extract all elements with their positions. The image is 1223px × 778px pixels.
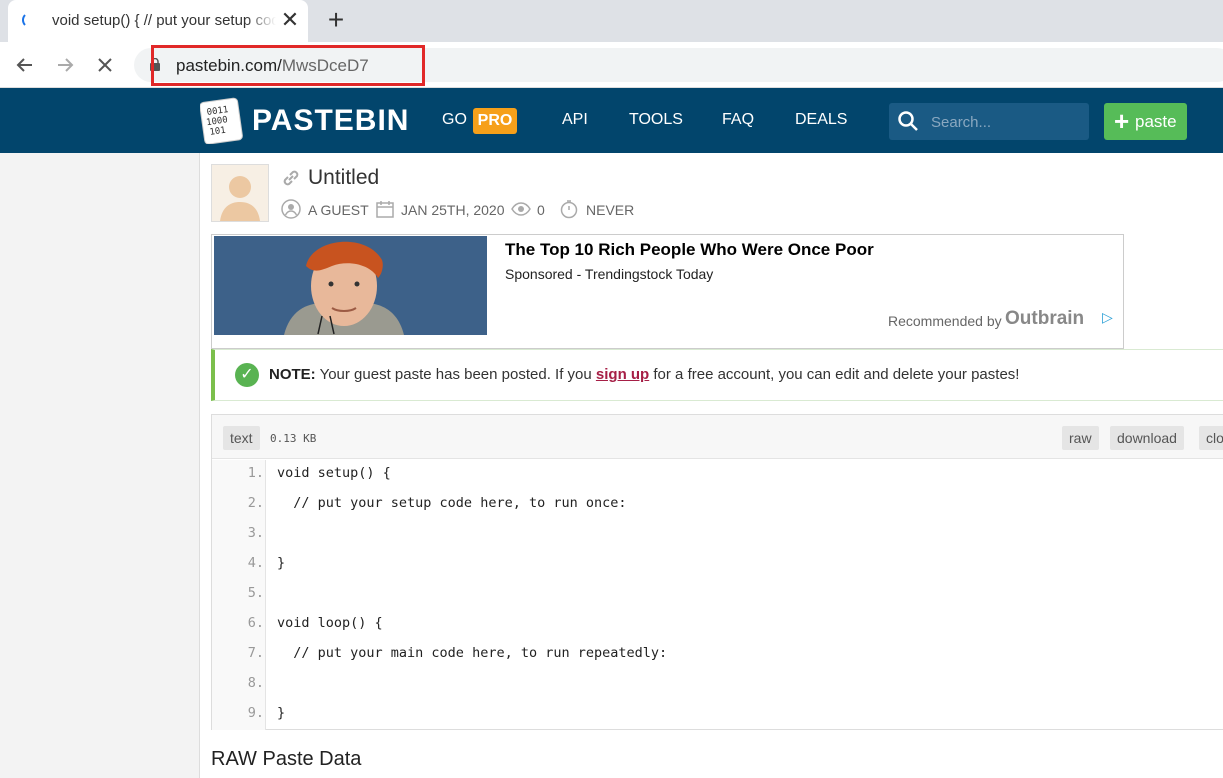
line-number: 8. — [247, 675, 264, 691]
avatar[interactable] — [211, 164, 269, 222]
line-number: 4. — [247, 555, 264, 571]
code-header: text 0.13 KB raw download clone — [212, 415, 1223, 459]
line-number: 7. — [247, 645, 264, 661]
main-content: Untitled A GUEST JAN 25TH, 2020 0 NEVER … — [200, 153, 1223, 778]
eye-icon — [511, 202, 531, 216]
forward-arrow-icon — [58, 58, 74, 72]
guest-paste-note: ✓ NOTE: Your guest paste has been posted… — [211, 349, 1223, 401]
search-box[interactable]: Search... — [889, 103, 1089, 140]
search-icon — [898, 111, 918, 131]
close-tab-icon[interactable]: ✕ — [278, 8, 302, 32]
note-label: NOTE: — [269, 366, 316, 383]
stop-loading-button[interactable] — [91, 51, 119, 79]
site-header: 0011 1000 101 PASTEBIN GO PRO API TOOLS … — [0, 88, 1223, 153]
code-line-text: // put your main code here, to run repea… — [277, 645, 668, 661]
nav-api[interactable]: API — [562, 111, 588, 129]
browser-tab[interactable]: void setup() { // put your setup code he… — [8, 0, 308, 42]
note-text-after: for a free account, you can edit and del… — [649, 366, 1020, 383]
back-button[interactable] — [11, 51, 39, 79]
paste-views: 0 — [537, 202, 545, 218]
code-line: 8. — [212, 675, 1212, 705]
nav-deals[interactable]: DEALS — [795, 111, 847, 129]
code-line-text: } — [277, 555, 286, 571]
code-line-text: // put your setup code here, to run once… — [277, 495, 627, 511]
url-highlight-box — [151, 45, 425, 86]
line-number: 6. — [247, 615, 264, 631]
code-line-text: void loop() { — [277, 615, 383, 631]
line-number: 3. — [247, 525, 264, 541]
nav-faq[interactable]: FAQ — [722, 111, 754, 129]
nav-tools[interactable]: TOOLS — [629, 111, 683, 129]
syntax-badge[interactable]: text — [223, 426, 260, 450]
paste-expiration: NEVER — [586, 202, 635, 218]
stopwatch-icon — [560, 200, 578, 219]
code-line: 6. void loop() { — [212, 615, 1212, 645]
paste-title: Untitled — [308, 166, 380, 189]
raw-button[interactable]: raw — [1062, 426, 1099, 450]
sponsored-ad[interactable]: The Top 10 Rich People Who Were Once Poo… — [211, 234, 1124, 349]
note-text: NOTE: Your guest paste has been posted. … — [269, 366, 1019, 383]
line-number: 9. — [247, 705, 264, 721]
new-paste-button[interactable]: + paste — [1104, 103, 1187, 140]
guest-avatar-icon — [212, 165, 268, 221]
ad-sponsor[interactable]: Sponsored - Trendingstock Today — [505, 266, 713, 282]
ad-recommended-label: Recommended by — [888, 313, 1002, 329]
code-line-text: } — [277, 705, 286, 721]
code-line: 5. — [212, 585, 1212, 615]
line-number: 5. — [247, 585, 264, 601]
back-arrow-icon — [16, 58, 32, 72]
loading-spinner-icon — [22, 12, 38, 28]
code-line: 2. // put your setup code here, to run o… — [212, 495, 1212, 525]
browser-tab-strip: void setup() { // put your setup code he… — [0, 0, 1223, 42]
note-text-before: Your guest paste has been posted. If you — [315, 366, 596, 383]
paste-date: JAN 25TH, 2020 — [401, 202, 505, 218]
clone-button[interactable]: clone — [1199, 426, 1223, 450]
code-line: 7. // put your main code here, to run re… — [212, 645, 1212, 675]
link-icon[interactable] — [280, 167, 302, 189]
code-line-text: void setup() { — [277, 465, 391, 481]
calendar-icon — [376, 201, 394, 218]
new-paste-label: paste — [1135, 112, 1177, 131]
paste-author[interactable]: A GUEST — [308, 202, 369, 218]
left-gutter — [0, 153, 200, 778]
raw-paste-data-heading: RAW Paste Data — [211, 748, 362, 770]
download-button[interactable]: download — [1110, 426, 1184, 450]
nav-pro-badge[interactable]: PRO — [473, 108, 517, 134]
code-line: 9.} — [212, 705, 1212, 735]
pastebin-logo-icon[interactable]: 0011 1000 101 — [200, 96, 244, 144]
ad-choices-icon[interactable]: ▷ — [1102, 309, 1113, 326]
forward-button[interactable] — [51, 51, 79, 79]
check-icon: ✓ — [235, 363, 259, 387]
code-line: 3. — [212, 525, 1212, 555]
stop-icon — [98, 58, 112, 72]
paste-size: 0.13 KB — [270, 432, 317, 445]
search-input[interactable]: Search... — [931, 114, 991, 131]
user-icon — [281, 199, 301, 219]
sign-up-link[interactable]: sign up — [596, 366, 649, 383]
new-tab-icon[interactable]: + — [322, 6, 350, 34]
line-number: 1. — [247, 465, 264, 481]
code-line: 4.} — [212, 555, 1212, 585]
line-number: 2. — [247, 495, 264, 511]
site-logo-text[interactable]: PASTEBIN — [252, 104, 409, 138]
plus-icon: + — [1114, 106, 1130, 136]
ad-image[interactable] — [214, 236, 487, 335]
nav-go[interactable]: GO — [442, 111, 467, 129]
code-box: text 0.13 KB raw download clone 1. void s… — [211, 414, 1223, 730]
code-line: 1. void setup() { — [212, 465, 1212, 495]
ad-portrait-image — [214, 236, 487, 335]
ad-title[interactable]: The Top 10 Rich People Who Were Once Poo… — [505, 240, 874, 260]
outbrain-logo[interactable]: Outbrain — [1005, 308, 1084, 330]
tab-title: void setup() { // put your setup code he… — [52, 12, 276, 29]
